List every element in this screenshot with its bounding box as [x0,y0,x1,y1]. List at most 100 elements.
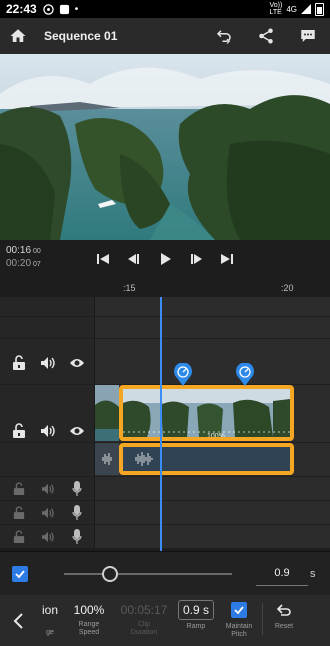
undo-icon [216,30,231,44]
unlock-icon[interactable] [11,529,27,545]
ramp-slider-track[interactable] [64,573,232,575]
volume-icon[interactable] [40,355,56,371]
comment-icon [301,30,315,42]
back-chevron-icon[interactable] [10,612,28,630]
range-speed-tool[interactable]: 100% Range Speed [70,599,108,637]
bottom-toolbar: ion ge 100% Range Speed 00:05:17 Clip Du… [0,595,330,646]
ruler-label-20: :20 [281,283,294,293]
tool-partial-value: ion [41,603,58,617]
unlock-icon[interactable] [11,505,27,521]
playhead[interactable] [160,297,162,551]
toolbar-divider [262,603,263,635]
clip-duration-label: Clip [137,621,151,628]
ramp-value: 0.9 s [178,600,214,620]
play-button[interactable] [156,250,174,268]
status-bar: 22:43 • Vo)) LTE 4G [0,0,330,18]
maintain-pitch-tool[interactable]: Maintain Pitch [222,599,256,639]
ramp-duration-unit: s [310,568,316,580]
skip-end-icon [221,254,233,264]
go-to-start-button[interactable] [94,250,112,268]
clip-duration-label-2: Duration [130,629,158,636]
clip-speed-percent: 100% [207,433,225,440]
step-forward-icon [191,254,202,264]
tool-partial[interactable]: ion ge [38,599,62,637]
clip-duration-value: 00:05:17 [120,603,168,617]
speed-ramp-control: 0.9 s [0,551,330,595]
undo-button[interactable] [206,18,242,54]
share-button[interactable] [248,18,284,54]
eye-icon[interactable] [69,423,85,439]
share-icon [259,28,273,44]
reset-icon [276,604,291,616]
unlock-icon[interactable] [11,423,27,439]
next-frame-button[interactable] [187,250,205,268]
maintain-pitch-label-2: Pitch [231,631,247,638]
maintain-pitch-checkbox[interactable] [231,602,247,618]
speed-keyframe-icon[interactable] [235,363,255,387]
video-track-2-header [0,351,95,375]
signal-label: 4G [286,4,297,14]
ramp-label: Ramp [186,623,206,630]
audio-track-3-header [0,503,95,523]
range-speed-label: Range [78,621,100,628]
signal-icon [301,4,311,14]
range-speed-label-2: Speed [78,629,100,636]
app-bar: Sequence 01 [0,18,330,54]
tool-partial-label: ge [46,629,54,636]
ramp-duration-field[interactable]: 0.9 [256,560,308,586]
eye-icon[interactable] [69,355,85,371]
clip-thumbnails [123,389,290,437]
selected-audio-clip[interactable] [119,443,294,475]
previous-audio-clip[interactable] [95,443,119,475]
volume-icon[interactable] [40,481,56,497]
timeline[interactable]: 100% [0,297,330,549]
waveform-icon [135,452,153,466]
waveform-icon [102,453,112,465]
volume-icon[interactable] [40,529,56,545]
speed-keyframe-icon[interactable] [173,363,193,387]
video-track-1-header [0,419,95,443]
skip-start-icon [97,254,109,264]
audio-track-4-header [0,527,95,547]
app-notification-icon [59,4,69,14]
status-time: 22:43 [6,2,37,16]
ramp-checkbox[interactable] [12,566,28,582]
unlock-icon[interactable] [11,481,27,497]
go-to-end-button[interactable] [218,250,236,268]
maintain-pitch-label: Maintain [225,623,253,630]
previous-video-clip[interactable] [95,385,119,441]
checkmark-icon [15,570,25,579]
previous-frame-button[interactable] [125,250,143,268]
checkmark-icon [234,606,244,615]
messenger-icon [42,3,54,15]
ruler-label-15: :15 [123,283,136,293]
ramp-slider-thumb[interactable] [102,566,118,582]
play-icon [161,253,171,265]
unlock-icon[interactable] [11,355,27,371]
home-icon [10,29,26,42]
microphone-icon[interactable] [69,481,85,497]
comment-button[interactable] [290,18,326,54]
step-back-icon [128,254,139,264]
reset-label: Reset [274,623,294,630]
microphone-icon[interactable] [69,505,85,521]
net-bottom-label: LTE [269,9,282,16]
clip-duration-tool[interactable]: 00:05:17 Clip Duration [118,599,170,637]
selected-video-clip[interactable]: 100% [119,385,294,441]
reset-tool[interactable]: Reset [268,599,300,631]
home-button[interactable] [0,18,36,54]
range-speed-value: 100% [73,603,105,617]
microphone-icon[interactable] [69,529,85,545]
net-top-label: Vo)) [269,2,283,9]
video-preview[interactable] [0,54,330,240]
volume-icon[interactable] [40,423,56,439]
more-dot-icon: • [74,3,79,15]
preview-frame-image [0,54,330,240]
battery-icon [315,2,324,16]
audio-track-2-header [0,479,95,499]
timeline-ruler[interactable]: :15 :20 [0,281,330,297]
network-indicator: Vo)) LTE [269,2,282,16]
track-row-empty-2 [0,317,330,339]
ramp-tool[interactable]: 0.9 s Ramp [178,599,214,631]
volume-icon[interactable] [40,505,56,521]
